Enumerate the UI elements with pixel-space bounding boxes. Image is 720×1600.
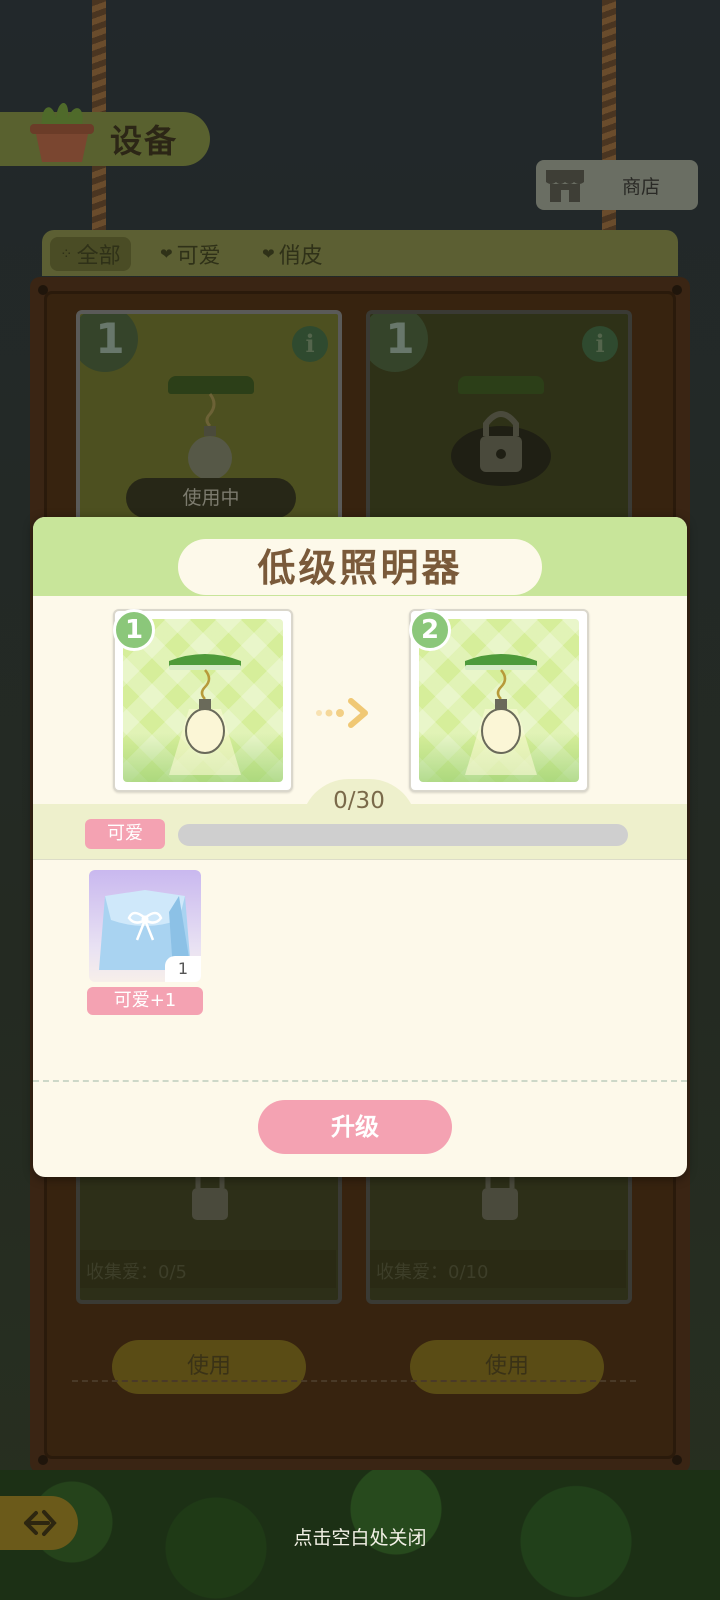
- modal-title: 低级照明器: [178, 539, 542, 595]
- shop-label: 商店: [622, 176, 661, 198]
- lightbulb-icon: [465, 654, 537, 775]
- shop-icon: [546, 170, 584, 202]
- tab-label: 俏皮: [278, 244, 323, 269]
- screen-title: 设备: [110, 122, 179, 160]
- reward-label: 可爱+1: [87, 987, 203, 1015]
- tab-playful[interactable]: ❤ 俏皮: [252, 237, 333, 271]
- current-level-card: 1: [113, 609, 293, 792]
- collect-progress: 收集爱：0/10: [370, 1250, 626, 1288]
- lamp-moss: [458, 376, 544, 394]
- lock-icon: [451, 411, 551, 486]
- upgrade-modal: 低级照明器 1 2 0/30 可爱 1 可爱+1 升级: [33, 517, 687, 1177]
- progress-count: 0/30: [333, 788, 385, 814]
- collect-progress: 收集爱：0/5: [80, 1250, 336, 1288]
- plant-pot-icon: [30, 103, 94, 162]
- tab-cute[interactable]: ❤ 可爱: [150, 237, 231, 271]
- tab-label: 全部: [76, 244, 121, 269]
- info-icon[interactable]: i: [582, 326, 618, 362]
- level-badge: 1: [113, 609, 155, 651]
- divider: [72, 1380, 636, 1382]
- reward-item[interactable]: 1: [89, 870, 201, 982]
- in-use-badge: 使用中: [126, 478, 296, 518]
- level-badge: 2: [409, 609, 451, 651]
- shop-button[interactable]: 商店: [536, 160, 698, 210]
- tab-all[interactable]: ⁘ 全部: [50, 237, 131, 271]
- grid-icon: ⁘: [60, 245, 73, 263]
- next-level-card: 2: [409, 609, 589, 792]
- collect-label: 收集爱：0/10: [376, 1262, 489, 1283]
- lightbulb-icon: [188, 393, 232, 480]
- collect-label: 收集爱：0/5: [86, 1262, 187, 1283]
- divider: [33, 1080, 687, 1082]
- info-icon[interactable]: i: [292, 326, 328, 362]
- upgrade-arrow-icon: [316, 698, 368, 728]
- stat-tag: 可爱: [85, 819, 165, 849]
- equipment-card[interactable]: 1 i 使用中: [76, 310, 342, 550]
- card-level-badge: 1: [80, 314, 138, 372]
- equipment-card[interactable]: 1 i: [366, 310, 632, 550]
- use-button[interactable]: 使用: [410, 1340, 604, 1394]
- candy-icon: ❤: [262, 245, 275, 263]
- upgrade-button[interactable]: 升级: [258, 1100, 452, 1154]
- progress-bar: [178, 824, 628, 846]
- item-count: 1: [165, 956, 201, 982]
- divider: [33, 859, 687, 860]
- category-tabs: ⁘ 全部 ❤ 可爱 ❤ 俏皮: [42, 230, 678, 276]
- card-level-badge: 1: [370, 314, 428, 372]
- lightbulb-icon: [169, 654, 241, 775]
- tab-label: 可爱: [176, 244, 221, 269]
- candy-icon: ❤: [160, 245, 173, 263]
- use-button[interactable]: 使用: [112, 1340, 306, 1394]
- close-hint[interactable]: 点击空白处关闭: [0, 1523, 720, 1550]
